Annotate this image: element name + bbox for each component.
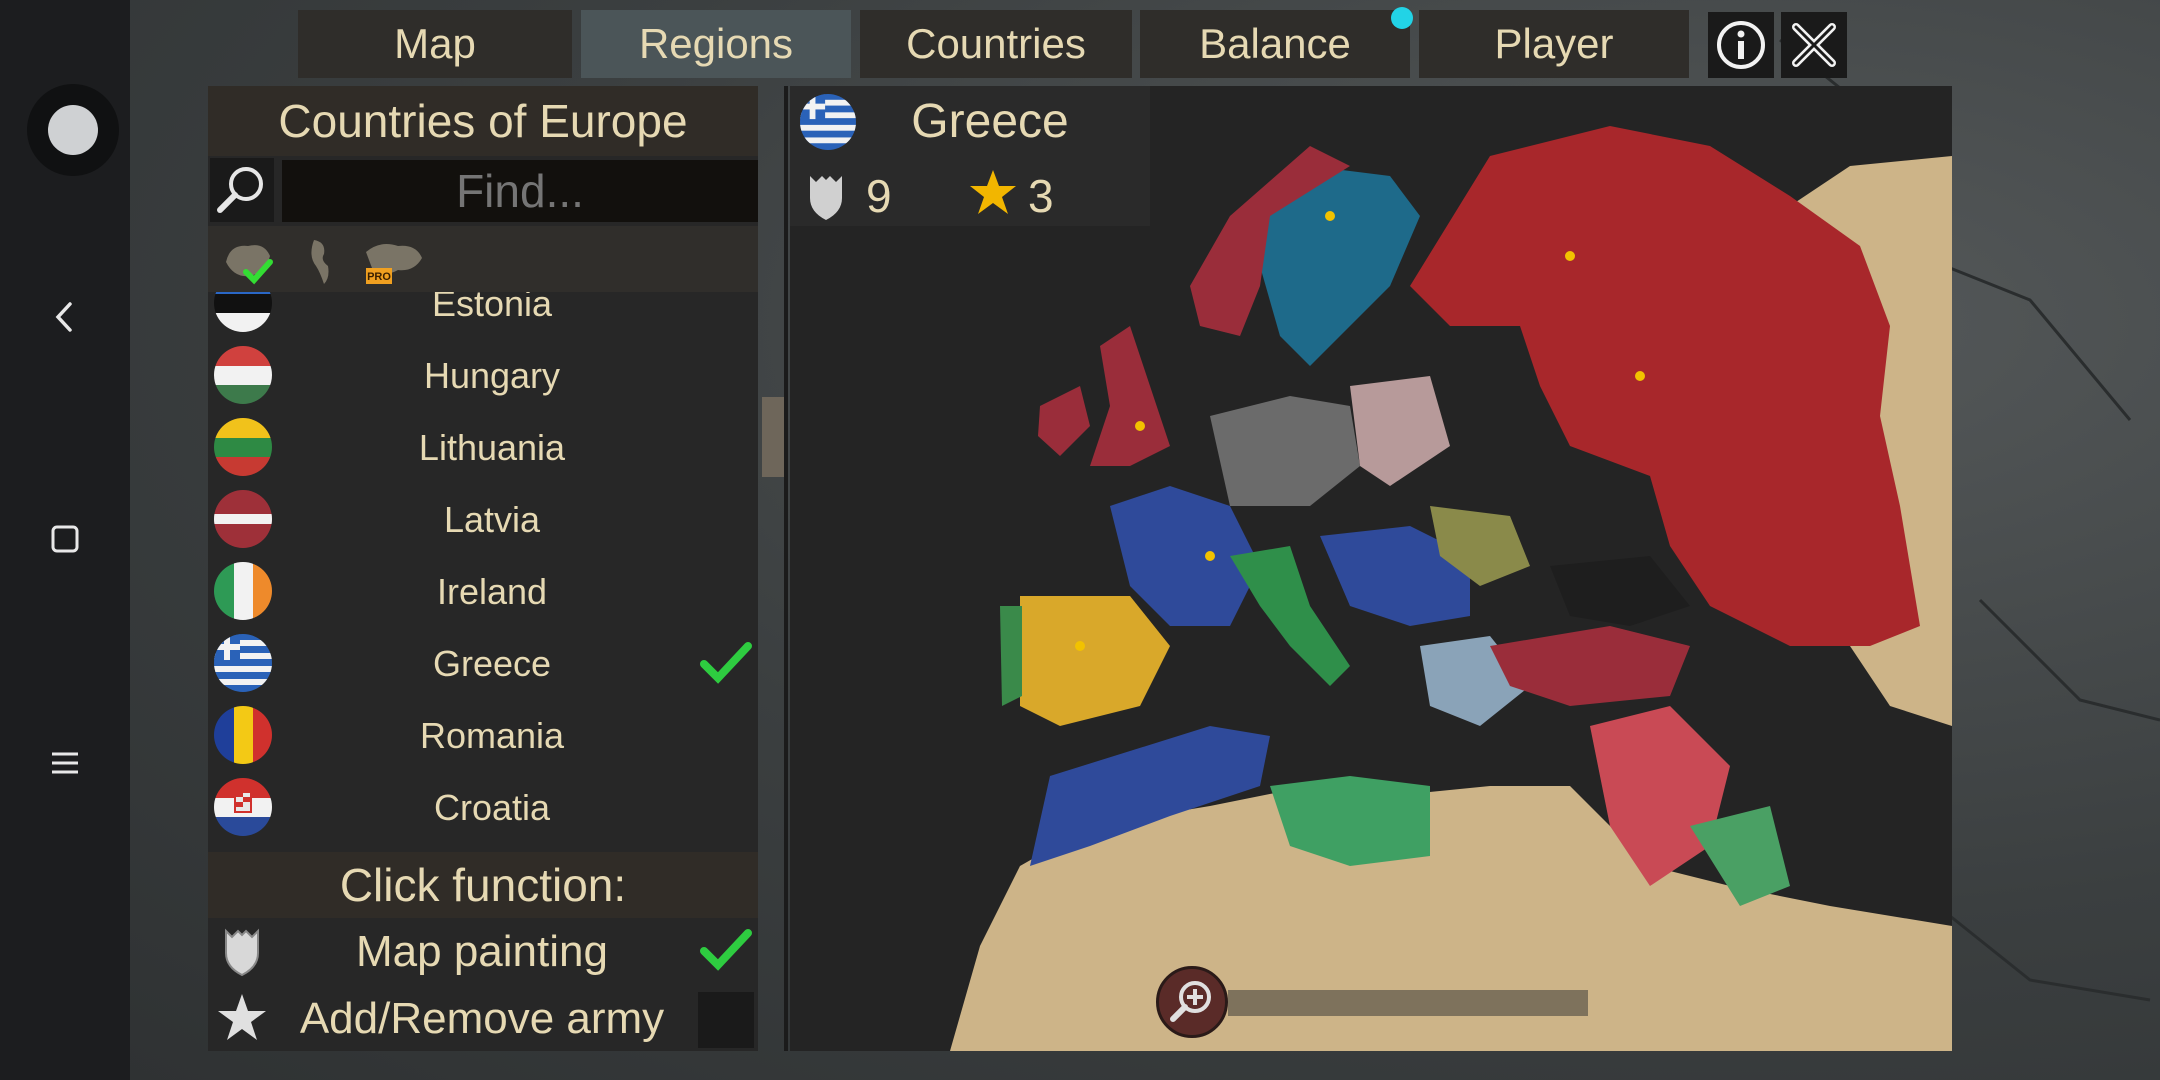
svg-text:PRO: PRO: [367, 271, 391, 283]
list-item-romania[interactable]: Romania: [208, 700, 758, 772]
checkmark-icon: [700, 929, 752, 971]
estonia-flag-icon: [214, 292, 272, 332]
list-item-estonia[interactable]: Estonia: [208, 292, 758, 340]
country-name: Ireland: [436, 571, 548, 612]
region-uk: [1090, 326, 1170, 466]
list-item-greece[interactable]: Greece: [208, 628, 758, 700]
country-name: Hungary: [423, 355, 561, 396]
country-list: Estonia Hungary Lithuania Latvia Ireland…: [208, 292, 758, 932]
search-icon: [217, 167, 263, 213]
shield-icon: [810, 176, 842, 220]
europe-map-icon[interactable]: [220, 232, 276, 288]
close-button[interactable]: [1781, 12, 1847, 78]
add-remove-army-option[interactable]: Add/Remove army: [208, 986, 758, 1052]
panel-title: Countries of Europe: [208, 86, 758, 156]
world-map-pro-icon[interactable]: PRO: [358, 232, 428, 288]
country-name: Latvia: [443, 499, 541, 540]
tab-regions[interactable]: Regions: [581, 10, 851, 78]
info-icon: [1717, 21, 1765, 69]
black-sea: [1550, 556, 1690, 626]
army-checkbox[interactable]: [698, 992, 754, 1048]
lithuania-flag-icon: [214, 418, 272, 476]
shield-icon: [225, 928, 259, 977]
list-item-croatia[interactable]: Croatia: [208, 772, 758, 844]
country-name: Lithuania: [418, 427, 566, 468]
home-icon[interactable]: [40, 514, 90, 564]
europe-map[interactable]: [790, 86, 1952, 1051]
tab-map[interactable]: Map: [298, 10, 572, 78]
country-list-panel: Countries of Europe PRO Estonia: [208, 86, 758, 1051]
list-item-hungary[interactable]: Hungary: [208, 340, 758, 412]
country-name: Croatia: [433, 787, 551, 828]
latvia-flag-icon: [214, 490, 272, 548]
zoom-in-icon: [1170, 981, 1211, 1022]
romania-flag-icon: [214, 706, 272, 764]
click-function-title: Click function:: [208, 852, 758, 918]
region-ireland: [1038, 386, 1090, 456]
tab-player[interactable]: Player: [1419, 10, 1689, 78]
list-scrollbar[interactable]: [762, 397, 784, 477]
country-name: Romania: [419, 715, 565, 756]
croatia-flag-icon: [214, 778, 272, 836]
list-item-latvia[interactable]: Latvia: [208, 484, 758, 556]
selected-country-card: Greece 9 3: [790, 86, 1150, 226]
function-label: Map painting: [356, 927, 608, 976]
star-icon: [218, 994, 266, 1040]
region-germany: [1210, 396, 1360, 506]
americas-map-icon[interactable]: [300, 232, 356, 288]
selected-country-name: Greece: [911, 94, 1069, 148]
checkmark-icon: [700, 642, 752, 684]
map-painting-option[interactable]: Map painting: [208, 919, 758, 985]
star-icon: [970, 170, 1016, 214]
recents-menu-icon[interactable]: [40, 738, 90, 788]
search-button[interactable]: [210, 158, 274, 222]
panel-divider: [784, 86, 788, 1051]
region-poland: [1350, 376, 1450, 486]
search-input[interactable]: [282, 160, 758, 222]
region-portugal: [1000, 606, 1022, 706]
ireland-flag-icon: [214, 562, 272, 620]
greece-flag-icon: [800, 94, 856, 150]
country-name: Estonia: [431, 292, 553, 324]
army-count: 3: [1028, 170, 1054, 222]
notification-dot: [1391, 7, 1413, 29]
close-icon: [1792, 23, 1836, 67]
zoom-slider[interactable]: [1228, 990, 1588, 1016]
tab-balance[interactable]: Balance: [1140, 10, 1410, 78]
region-count: 9: [866, 170, 892, 222]
country-name: Greece: [432, 643, 552, 684]
region-italy: [1230, 546, 1350, 686]
function-label: Add/Remove army: [299, 994, 665, 1043]
list-item-ireland[interactable]: Ireland: [208, 556, 758, 628]
tab-countries[interactable]: Countries: [860, 10, 1132, 78]
list-item-lithuania[interactable]: Lithuania: [208, 412, 758, 484]
system-nav-bar: [0, 0, 130, 1080]
hungary-flag-icon: [214, 346, 272, 404]
map-view[interactable]: [790, 86, 1952, 1051]
assistive-touch-button[interactable]: [27, 84, 119, 176]
map-filter-row: PRO: [208, 226, 758, 292]
zoom-button[interactable]: [1156, 966, 1228, 1038]
info-button[interactable]: [1708, 12, 1774, 78]
greece-flag-icon: [214, 634, 272, 692]
back-icon[interactable]: [40, 292, 90, 342]
region-spain: [1020, 596, 1170, 726]
